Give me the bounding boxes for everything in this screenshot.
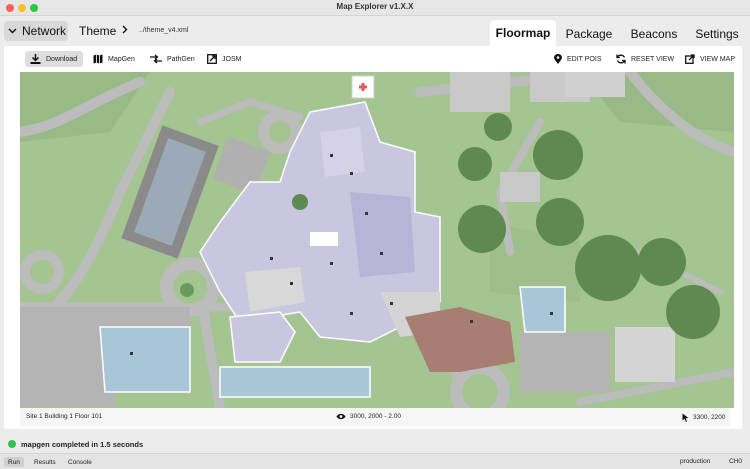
export-icon <box>685 54 695 64</box>
view-map-button[interactable]: VIEW MAP <box>685 51 735 67</box>
view-map-label: VIEW MAP <box>700 55 736 63</box>
tab-settings[interactable]: Settings <box>692 22 742 46</box>
message-text: mapgen completed in 1.5 seconds <box>21 439 144 449</box>
reset-view-label: RESET VIEW <box>631 55 675 63</box>
floormap-canvas[interactable] <box>20 72 734 408</box>
josm-label: JOSM <box>222 55 242 63</box>
top-nav: Network Theme ../theme_v4.xml Floormap P… <box>0 16 750 46</box>
environment-label: production <box>680 458 711 465</box>
map-icon <box>93 54 103 64</box>
theme-path: ../theme_v4.xml <box>139 27 189 34</box>
eye-icon <box>336 413 346 420</box>
tab-results[interactable]: Results <box>30 457 60 467</box>
network-label: Network <box>22 24 67 38</box>
network-dropdown-button[interactable]: Network <box>4 21 68 41</box>
view-info: 3000, 2000 - 2.00 <box>336 413 401 420</box>
pathgen-label: PathGen <box>167 55 195 63</box>
download-label: Download <box>46 55 78 63</box>
message-bar: mapgen completed in 1.5 seconds <box>0 436 750 452</box>
chevron-down-icon <box>8 26 17 36</box>
edit-pois-button[interactable]: EDIT POIS <box>554 51 602 67</box>
reset-view-button[interactable]: RESET VIEW <box>616 51 674 67</box>
tab-package[interactable]: Package <box>564 22 614 46</box>
external-link-icon <box>207 54 217 64</box>
path-icon <box>150 54 162 64</box>
cursor-info: 3300, 2200 <box>682 413 726 422</box>
mapgen-label: MapGen <box>108 55 135 63</box>
channel-label: CH0 <box>729 458 743 465</box>
theme-button[interactable]: Theme <box>79 24 128 38</box>
tab-run[interactable]: Run <box>4 457 24 467</box>
download-button[interactable]: Download <box>25 51 83 67</box>
refresh-icon <box>616 54 626 64</box>
edit-pois-label: EDIT POIS <box>567 55 602 63</box>
josm-button[interactable]: JOSM <box>207 51 241 67</box>
map-toolbar: Download MapGen PathGen JOSM EDIT POIS R… <box>4 46 742 72</box>
title-bar: Map Explorer v1.X.X <box>0 0 750 16</box>
cursor-icon <box>682 413 689 422</box>
mapgen-button[interactable]: MapGen <box>93 51 135 67</box>
bottom-tab-bar: Run Results Console production CH0 <box>0 453 750 469</box>
theme-label: Theme <box>79 24 117 38</box>
floor-info: Site 1 Building 1 Floor 101 <box>26 413 103 420</box>
success-status-icon <box>8 440 16 448</box>
window-title: Map Explorer v1.X.X <box>336 2 414 11</box>
tab-console[interactable]: Console <box>64 457 96 467</box>
download-icon <box>30 54 41 64</box>
chevron-right-icon <box>122 25 128 37</box>
pin-icon <box>554 54 562 64</box>
floormap-svg <box>20 72 734 408</box>
pathgen-button[interactable]: PathGen <box>150 51 195 67</box>
tab-floormap[interactable]: Floormap <box>490 20 556 46</box>
tab-beacons[interactable]: Beacons <box>628 22 680 46</box>
map-status-bar: Site 1 Building 1 Floor 101 3000, 2000 -… <box>20 408 730 426</box>
view-info-text: 3000, 2000 - 2.00 <box>350 413 401 420</box>
cursor-info-text: 3300, 2200 <box>693 414 726 421</box>
